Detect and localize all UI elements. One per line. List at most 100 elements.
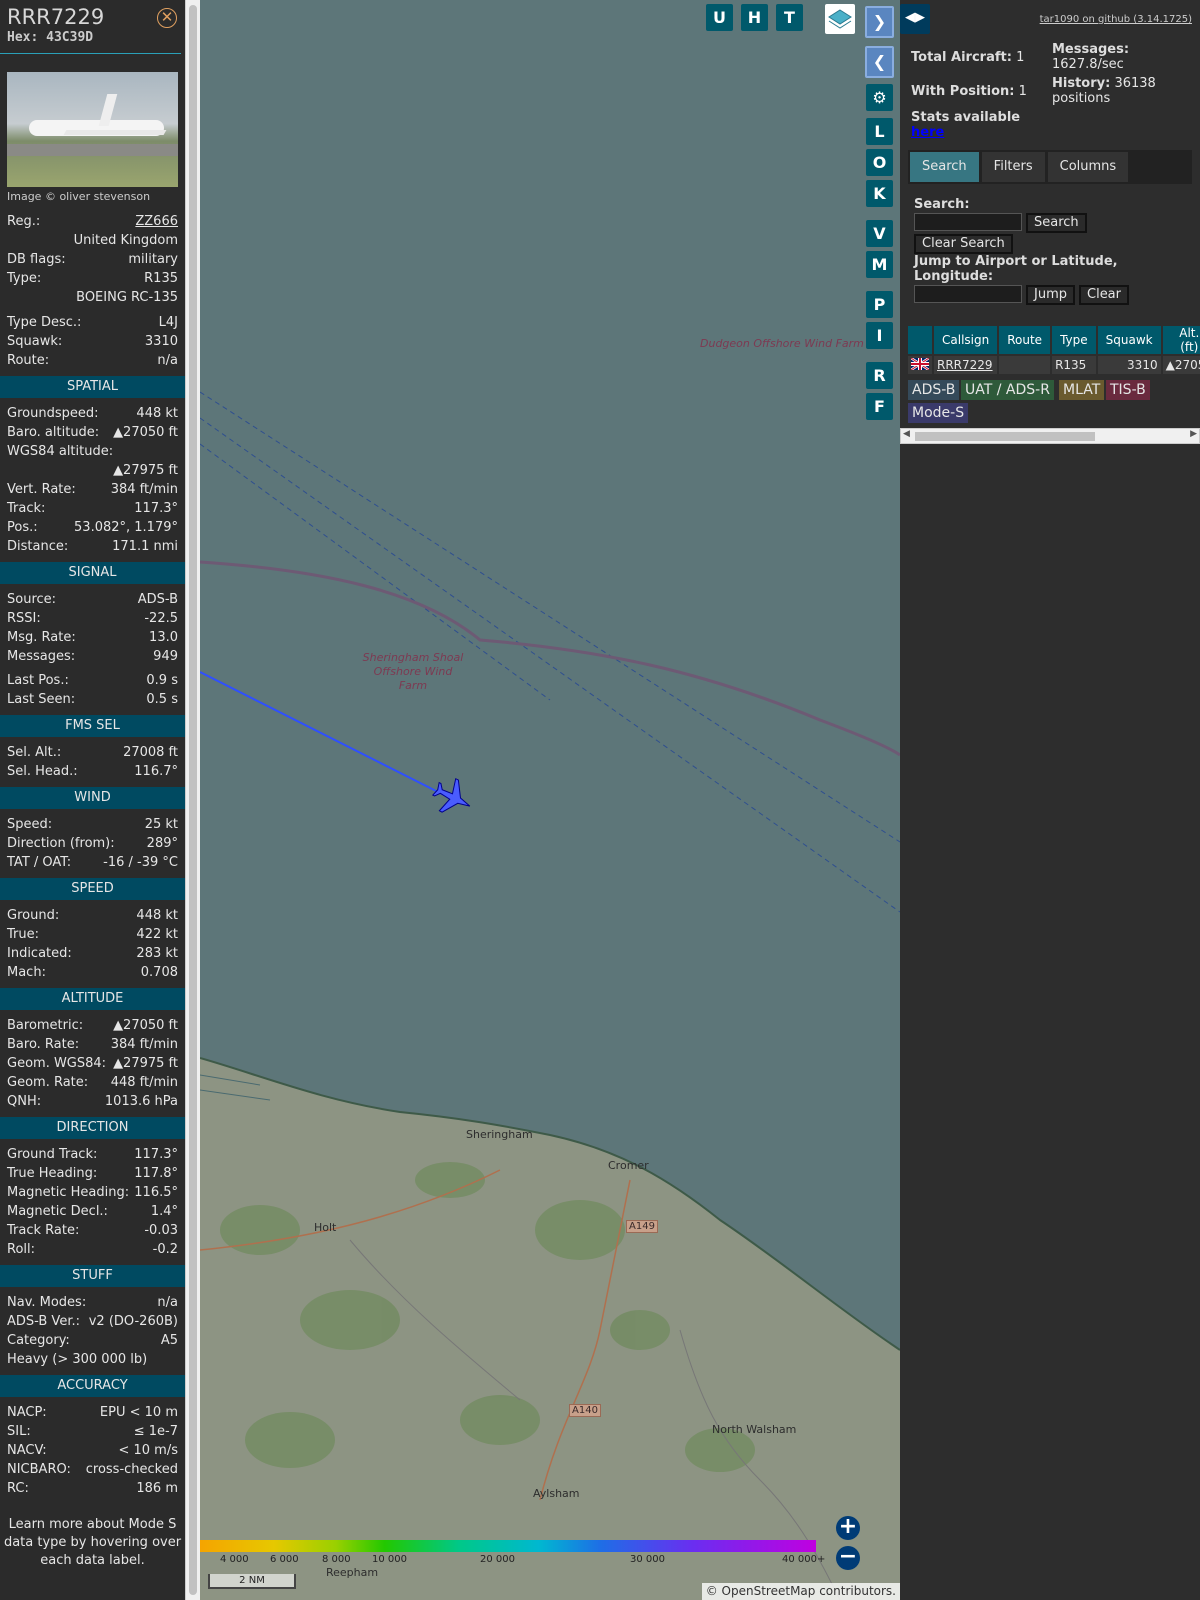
detail-label[interactable]: Source: — [7, 590, 56, 609]
detail-label[interactable]: WGS84 altitude: — [7, 442, 113, 461]
column-header[interactable]: Alt. (ft) — [1162, 326, 1200, 354]
detail-label[interactable]: Track: — [7, 499, 45, 518]
collapse-left-icon[interactable]: ❮ — [865, 46, 894, 78]
map-button-o[interactable]: O — [866, 149, 893, 176]
column-header[interactable]: Squawk — [1097, 326, 1161, 354]
detail-label[interactable]: Sel. Head.: — [7, 762, 78, 781]
settings-gear-icon[interactable]: ⚙ — [866, 84, 893, 111]
layers-icon[interactable] — [825, 4, 855, 34]
detail-label[interactable]: NACV: — [7, 1441, 47, 1460]
detail-label[interactable]: NICBARO: — [7, 1460, 71, 1479]
map-button-k[interactable]: K — [866, 180, 893, 207]
map-button-m[interactable]: M — [866, 251, 893, 278]
detail-label[interactable]: Nav. Modes: — [7, 1293, 86, 1312]
detail-label[interactable]: Vert. Rate: — [7, 480, 76, 499]
detail-label[interactable]: Pos.: — [7, 518, 38, 537]
legend-ads-b[interactable]: ADS-B — [908, 380, 960, 400]
registration-link[interactable]: ZZ666 — [135, 212, 178, 231]
aircraft-header: RRR7229 Hex: 43C39D ✕ — [0, 0, 181, 54]
clear-search-button[interactable]: Clear Search — [914, 234, 1013, 254]
detail-label[interactable]: True: — [7, 925, 39, 944]
altitude-color-scale — [200, 1540, 816, 1552]
table-horizontal-scrollbar[interactable]: ◀ ▶ — [900, 428, 1200, 444]
github-link[interactable]: tar1090 on github (3.14.1725) — [1040, 14, 1192, 25]
detail-label[interactable]: Ground: — [7, 906, 59, 925]
detail-label[interactable]: Magnetic Decl.: — [7, 1202, 108, 1221]
zoom-out-icon[interactable]: − — [836, 1546, 860, 1570]
detail-label[interactable]: Last Pos.: — [7, 671, 69, 690]
stats-link[interactable]: here — [911, 125, 944, 140]
legend-tis-b[interactable]: TIS-B — [1106, 380, 1150, 400]
map-button-l[interactable]: L — [866, 118, 893, 145]
detail-label[interactable]: Heavy (> 300 000 lb) — [7, 1350, 147, 1369]
search-button[interactable]: Search — [1026, 213, 1087, 233]
detail-label[interactable]: Ground Track: — [7, 1145, 97, 1164]
map-button-t[interactable]: T — [776, 4, 803, 31]
detail-label[interactable]: Msg. Rate: — [7, 628, 76, 647]
column-header[interactable]: Callsign — [934, 326, 998, 354]
detail-label[interactable]: ADS-B Ver.: — [7, 1312, 80, 1331]
jump-button[interactable]: Jump — [1026, 285, 1075, 305]
detail-label[interactable]: Track Rate: — [7, 1221, 79, 1240]
detail-row: Roll: -0.2 — [0, 1240, 185, 1259]
detail-label[interactable]: Distance: — [7, 537, 68, 556]
detail-label[interactable]: QNH: — [7, 1092, 41, 1111]
tab-columns[interactable]: Columns — [1047, 152, 1129, 182]
detail-label[interactable]: Speed: — [7, 815, 52, 834]
map-button-h[interactable]: H — [741, 4, 768, 31]
detail-label[interactable]: Mach: — [7, 963, 46, 982]
detail-label[interactable]: RC: — [7, 1479, 29, 1498]
detail-value: 27008 ft — [123, 745, 178, 760]
zoom-in-icon[interactable]: + — [836, 1516, 860, 1540]
detail-label[interactable]: Messages: — [7, 647, 75, 666]
detail-label[interactable]: TAT / OAT: — [7, 853, 71, 872]
map[interactable]: Dudgeon Offshore Wind Farm Sheringham Sh… — [200, 0, 900, 1600]
detail-label[interactable]: Baro. Rate: — [7, 1035, 79, 1054]
legend-mlat[interactable]: MLAT — [1059, 380, 1105, 400]
detail-row: RC: 186 m — [0, 1479, 185, 1498]
tab-search[interactable]: Search — [910, 152, 979, 182]
detail-label[interactable]: RSSI: — [7, 609, 41, 628]
detail-label[interactable]: True Heading: — [7, 1164, 97, 1183]
legend-uat-ads-r[interactable]: UAT / ADS-R — [961, 380, 1054, 400]
expand-right-icon[interactable]: ❯ — [865, 6, 894, 38]
map-button-p[interactable]: P — [866, 291, 893, 318]
detail-label[interactable]: Geom. WGS84: — [7, 1054, 106, 1073]
toggle-panel-icon[interactable]: ◀▶ — [900, 4, 930, 34]
detail-value: 0.708 — [140, 965, 178, 980]
detail-row: ADS-B Ver.: v2 (DO-260B) — [0, 1312, 185, 1331]
detail-label[interactable]: Category: — [7, 1331, 70, 1350]
search-label: Search: — [914, 197, 970, 212]
table-row[interactable]: RRR7229 R135 3310 ▲27050 — [908, 356, 1200, 374]
map-button-i[interactable]: I — [866, 322, 893, 349]
detail-label[interactable]: Geom. Rate: — [7, 1073, 88, 1092]
jump-input[interactable] — [914, 285, 1022, 303]
sidebar-scrollbar[interactable] — [185, 0, 200, 1600]
column-header[interactable] — [908, 326, 932, 354]
with-position-value: 1 — [1018, 84, 1027, 99]
detail-label[interactable]: Last Seen: — [7, 690, 75, 709]
detail-label[interactable]: Direction (from): — [7, 834, 115, 853]
detail-label[interactable]: Groundspeed: — [7, 404, 98, 423]
row-callsign[interactable]: RRR7229 — [937, 358, 993, 372]
legend-mode-s[interactable]: Mode-S — [908, 403, 969, 423]
aircraft-photo[interactable] — [7, 72, 178, 187]
map-button-r[interactable]: R — [866, 362, 893, 389]
detail-label[interactable]: NACP: — [7, 1403, 47, 1422]
detail-label[interactable]: Sel. Alt.: — [7, 743, 61, 762]
detail-label[interactable]: Baro. altitude: — [7, 423, 99, 442]
search-input[interactable] — [914, 213, 1022, 231]
detail-label[interactable]: Magnetic Heading: — [7, 1183, 129, 1202]
detail-label[interactable]: Barometric: — [7, 1016, 83, 1035]
column-header[interactable]: Type — [1052, 326, 1096, 354]
close-icon[interactable]: ✕ — [157, 8, 177, 28]
map-button-f[interactable]: F — [866, 393, 893, 420]
detail-label[interactable]: Indicated: — [7, 944, 72, 963]
tab-filters[interactable]: Filters — [981, 152, 1045, 182]
map-button-v[interactable]: V — [866, 220, 893, 247]
detail-label[interactable]: Roll: — [7, 1240, 35, 1259]
detail-label[interactable]: SIL: — [7, 1422, 31, 1441]
column-header[interactable]: Route — [999, 326, 1051, 354]
map-button-u[interactable]: U — [706, 4, 733, 31]
clear-button[interactable]: Clear — [1079, 285, 1129, 305]
